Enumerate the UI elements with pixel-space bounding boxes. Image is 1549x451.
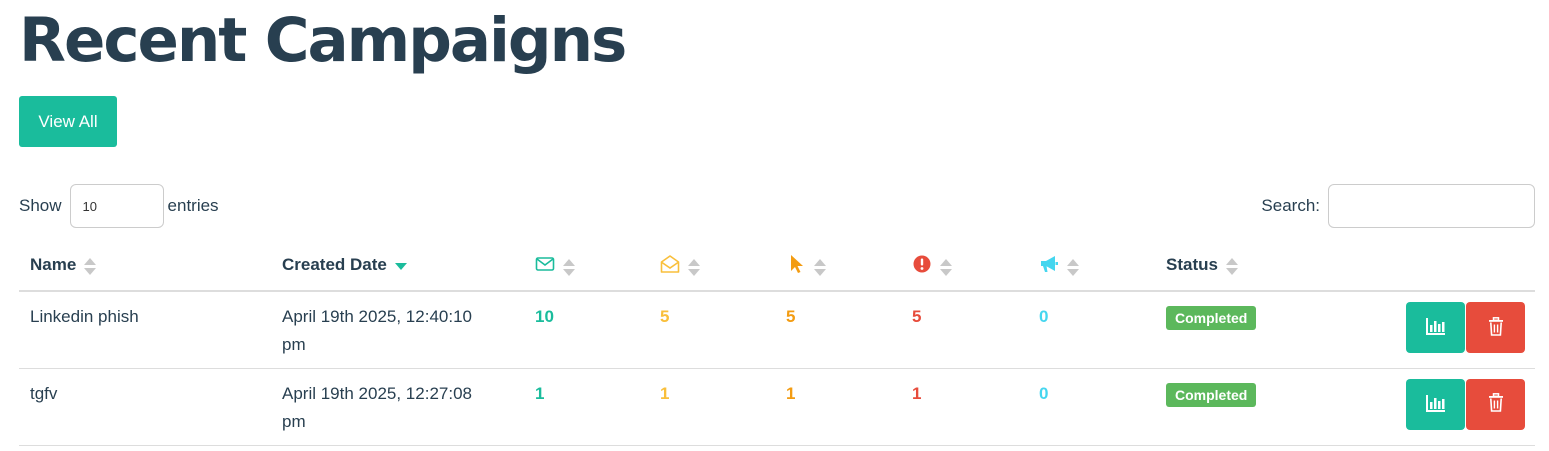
- created-date: April 19th 2025, 12:40:10: [282, 307, 472, 326]
- created-date: April 19th 2025, 12:27:08: [282, 383, 472, 403]
- campaigns-table: Name Created Date Status Linkedin phish: [19, 240, 1535, 446]
- trash-icon: [1488, 316, 1503, 336]
- entries-label: entries: [167, 196, 219, 215]
- column-header-opened[interactable]: [649, 240, 775, 292]
- status-badge: Completed: [1166, 382, 1257, 407]
- status-badge: Completed: [1166, 306, 1257, 330]
- reported-count: 0: [1028, 291, 1155, 369]
- bullhorn-icon: [1041, 255, 1058, 272]
- view-all-button[interactable]: View All: [19, 96, 117, 147]
- column-header-status[interactable]: Status: [1155, 240, 1318, 292]
- exclamation-circle-icon: [913, 255, 931, 272]
- campaign-name[interactable]: tgfv: [19, 368, 271, 446]
- delete-button[interactable]: [1466, 378, 1525, 430]
- table-row: tgfv April 19th 2025, 12:27:08 pm 1 1 1 1…: [19, 368, 1535, 446]
- show-label: Show: [19, 196, 62, 215]
- actions-cell: [1318, 368, 1535, 446]
- created-date-cell: April 19th 2025, 12:40:10 pm: [271, 291, 524, 369]
- sort-icon: [814, 258, 826, 277]
- page-title: Recent Campaigns: [19, 5, 627, 76]
- sort-icon: [563, 258, 575, 277]
- mouse-pointer-icon: [791, 254, 803, 273]
- envelope-open-icon: [660, 254, 680, 273]
- column-header-error[interactable]: [901, 240, 1028, 292]
- status-cell: Completed: [1155, 291, 1318, 369]
- reported-count: 0: [1028, 368, 1155, 446]
- sort-icon: [688, 258, 700, 277]
- sort-icon: [940, 258, 952, 277]
- created-time-suffix: pm: [282, 335, 306, 354]
- column-header-clicked[interactable]: [775, 240, 901, 292]
- column-header-created-date[interactable]: Created Date: [271, 240, 524, 292]
- status-cell: Completed: [1155, 368, 1318, 446]
- entries-length-control: Show 10 entries: [19, 184, 219, 228]
- view-results-button[interactable]: [1406, 378, 1465, 430]
- column-header-name[interactable]: Name: [19, 240, 271, 292]
- column-header-actions: [1318, 240, 1535, 292]
- sort-desc-icon: [394, 258, 407, 276]
- created-time-suffix: pm: [282, 411, 306, 431]
- opened-count: 5: [649, 291, 775, 369]
- envelope-icon: [535, 256, 555, 271]
- bar-chart-icon: [1425, 394, 1445, 412]
- clicked-count: 5: [775, 291, 901, 369]
- campaign-name[interactable]: Linkedin phish: [19, 291, 271, 369]
- search-input[interactable]: [1328, 184, 1535, 228]
- table-row: Linkedin phish April 19th 2025, 12:40:10…: [19, 291, 1535, 369]
- delete-button[interactable]: [1466, 302, 1525, 353]
- column-header-reported[interactable]: [1028, 240, 1155, 292]
- trash-icon: [1488, 393, 1503, 412]
- clicked-count: 1: [775, 368, 901, 446]
- bar-chart-icon: [1425, 318, 1445, 335]
- sort-icon: [1225, 257, 1238, 276]
- sent-count: 10: [524, 291, 649, 369]
- search-control: Search:: [1261, 184, 1535, 228]
- view-results-button[interactable]: [1406, 302, 1465, 353]
- table-header-row: Name Created Date Status: [19, 240, 1535, 292]
- actions-cell: [1318, 291, 1535, 369]
- error-count: 1: [901, 368, 1028, 446]
- search-label: Search:: [1261, 196, 1320, 215]
- entries-select[interactable]: 10: [69, 184, 164, 228]
- column-header-sent[interactable]: [524, 240, 649, 292]
- created-date-cell: April 19th 2025, 12:27:08 pm: [271, 368, 524, 446]
- error-count: 5: [901, 291, 1028, 369]
- sent-count: 1: [524, 368, 649, 446]
- sort-icon: [1067, 258, 1079, 277]
- opened-count: 1: [649, 368, 775, 446]
- sort-icon: [84, 257, 97, 276]
